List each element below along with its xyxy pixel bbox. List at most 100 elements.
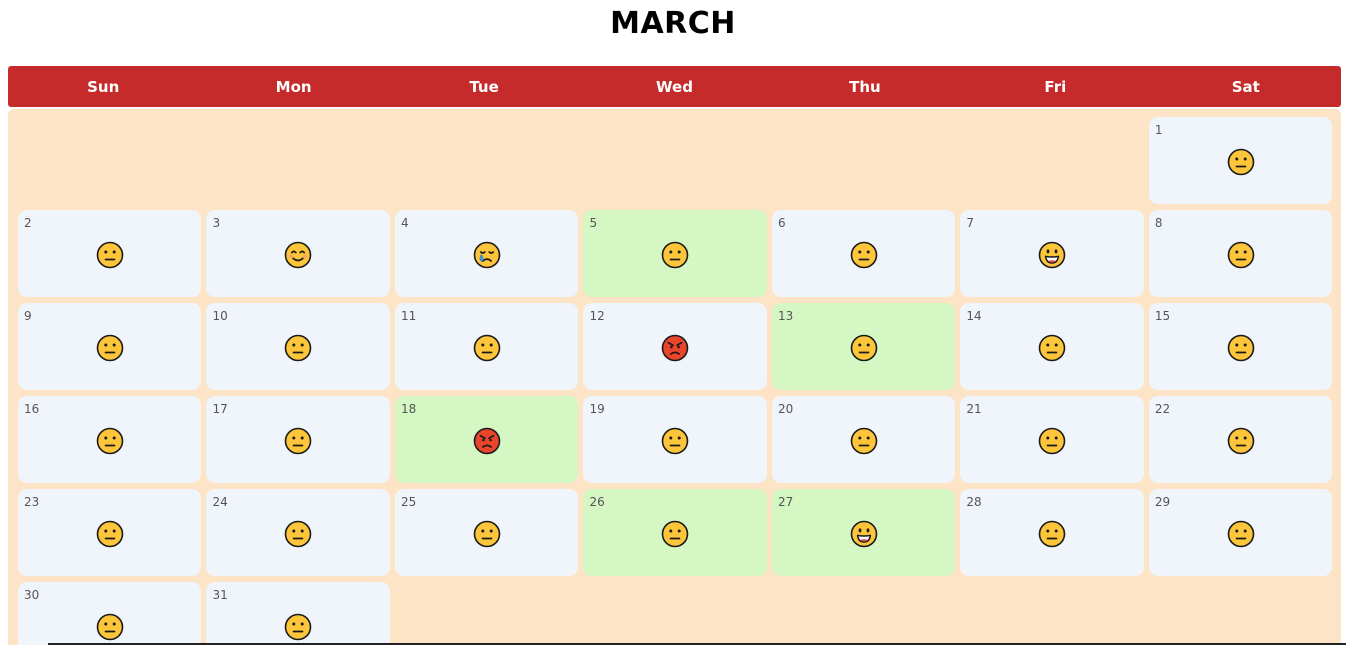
day-number: 25 [400, 495, 417, 509]
neutral-face-icon [1038, 427, 1066, 455]
day-number: 21 [966, 402, 982, 416]
mood-calendar-page: MARCH Sun Mon Tue Wed Thu Fri Sat 1 2 3 4 5 6 7 8 9 10 1… [0, 0, 1346, 645]
day-cell-9[interactable]: 9 [18, 303, 202, 390]
day-number: 20 [777, 402, 794, 416]
weekday-mon: Mon [275, 77, 312, 96]
neutral-face-icon [96, 241, 123, 269]
weekday-sat: Sat [1231, 77, 1260, 96]
neutral-face-icon [1227, 148, 1254, 176]
day-cell-16[interactable]: 16 [18, 396, 202, 483]
crying-face-icon [473, 241, 500, 269]
empty-day-slot [18, 117, 201, 204]
day-cell-10[interactable]: 10 [206, 303, 390, 390]
neutral-face-icon [96, 334, 123, 362]
day-number: 8 [1154, 216, 1163, 230]
day-number: 19 [589, 402, 605, 416]
weekday-sun: Sun [87, 77, 120, 96]
day-cell-22[interactable]: 22 [1148, 396, 1333, 483]
empty-day-slot [583, 117, 766, 204]
neutral-face-icon [96, 427, 123, 455]
grinning-face-icon [1038, 241, 1066, 269]
neutral-face-icon [850, 334, 877, 362]
day-number: 5 [589, 216, 598, 230]
empty-day-slot [395, 117, 578, 204]
day-number: 28 [966, 495, 982, 509]
day-cell-8[interactable]: 8 [1148, 210, 1333, 297]
day-number: 12 [589, 309, 605, 323]
day-cell-1[interactable]: 1 [1148, 117, 1333, 204]
day-cell-15[interactable]: 15 [1148, 303, 1333, 390]
empty-day-slot [206, 117, 389, 204]
neutral-face-icon [1038, 334, 1066, 362]
neutral-face-icon [284, 334, 312, 362]
day-cell-7[interactable]: 7 [960, 210, 1144, 297]
neutral-face-icon [284, 613, 312, 641]
day-cell-31[interactable]: 31 [206, 582, 390, 645]
empty-day-slot [960, 117, 1143, 204]
day-number: 10 [212, 309, 228, 323]
angry-face-icon [661, 334, 689, 362]
day-cell-27[interactable]: 27 [771, 489, 956, 576]
day-cell-14[interactable]: 14 [960, 303, 1144, 390]
day-cell-25[interactable]: 25 [394, 489, 579, 576]
day-number: 26 [589, 495, 605, 509]
day-cell-23[interactable]: 23 [18, 489, 202, 576]
day-cell-11[interactable]: 11 [394, 303, 579, 390]
day-number: 27 [777, 495, 794, 509]
neutral-face-icon [661, 520, 689, 548]
grinning-face-icon [850, 520, 877, 548]
day-cell-21[interactable]: 21 [960, 396, 1144, 483]
day-number: 3 [212, 216, 221, 230]
day-number: 18 [400, 402, 417, 416]
day-number: 31 [212, 588, 228, 602]
day-cell-6[interactable]: 6 [771, 210, 956, 297]
angry-face-icon [473, 427, 500, 455]
neutral-face-icon [850, 241, 877, 269]
day-number: 14 [966, 309, 982, 323]
weekday-header: Sun Mon Tue Wed Thu Fri Sat [8, 66, 1341, 107]
day-number: 4 [400, 216, 409, 230]
day-cell-5[interactable]: 5 [583, 210, 767, 297]
day-cell-4[interactable]: 4 [394, 210, 579, 297]
day-cell-13[interactable]: 13 [771, 303, 956, 390]
day-cell-30[interactable]: 30 [18, 582, 202, 645]
day-cell-24[interactable]: 24 [206, 489, 390, 576]
day-cell-19[interactable]: 19 [583, 396, 767, 483]
day-cell-18[interactable]: 18 [394, 396, 579, 483]
day-number: 29 [1154, 495, 1171, 509]
neutral-face-icon [473, 334, 500, 362]
day-number: 24 [212, 495, 228, 509]
empty-day-slot [772, 117, 955, 204]
weekday-thu: Thu [849, 77, 881, 96]
day-number: 30 [24, 588, 40, 602]
day-number: 9 [24, 309, 32, 323]
weekday-fri: Fri [1044, 77, 1067, 96]
day-cell-28[interactable]: 28 [960, 489, 1144, 576]
neutral-face-icon [661, 241, 689, 269]
day-cell-17[interactable]: 17 [206, 396, 390, 483]
day-number: 7 [966, 216, 975, 230]
neutral-face-icon [1227, 427, 1254, 455]
day-cell-3[interactable]: 3 [206, 210, 390, 297]
smiling-face-icon [284, 241, 312, 269]
neutral-face-icon [96, 613, 123, 641]
weekday-wed: Wed [656, 77, 693, 96]
day-cell-2[interactable]: 2 [18, 210, 202, 297]
day-cell-12[interactable]: 12 [583, 303, 767, 390]
weekday-tue: Tue [469, 77, 499, 96]
day-cell-26[interactable]: 26 [583, 489, 767, 576]
day-number: 6 [777, 216, 786, 230]
neutral-face-icon [96, 520, 123, 548]
neutral-face-icon [850, 427, 877, 455]
neutral-face-icon [284, 427, 312, 455]
neutral-face-icon [1227, 241, 1254, 269]
day-cell-20[interactable]: 20 [771, 396, 956, 483]
neutral-face-icon [1227, 334, 1254, 362]
day-number: 1 [1154, 123, 1163, 137]
day-number: 17 [212, 402, 228, 416]
day-cell-29[interactable]: 29 [1148, 489, 1333, 576]
page-title: MARCH [610, 6, 736, 41]
neutral-face-icon [661, 427, 689, 455]
neutral-face-icon [1038, 520, 1066, 548]
day-number: 15 [1154, 309, 1171, 323]
